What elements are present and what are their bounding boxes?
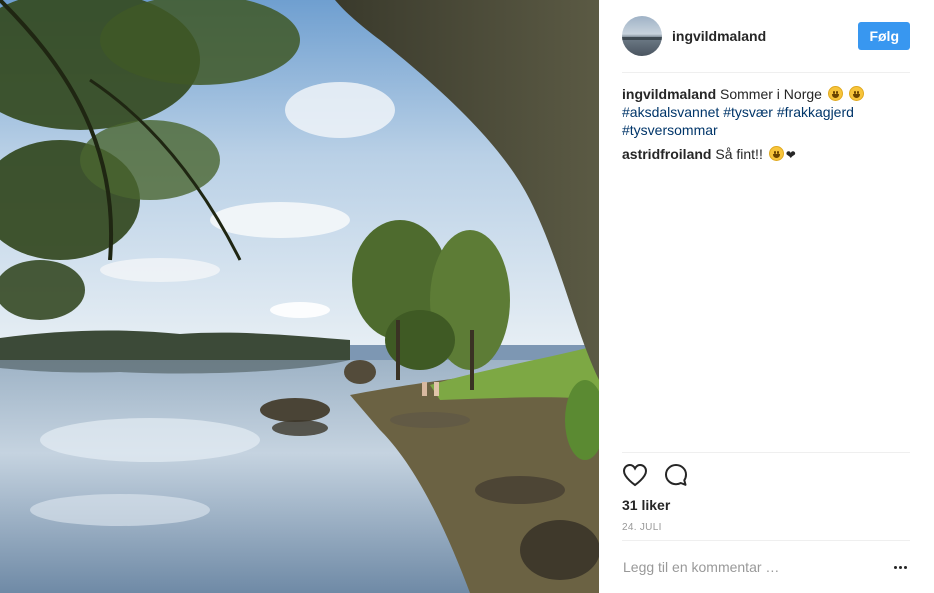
heart-icon: ❤ bbox=[785, 148, 796, 162]
caption: ingvildmaland Sommer i Norge #aksdalsvan… bbox=[622, 85, 910, 139]
add-comment-section bbox=[622, 540, 910, 593]
smiling-face-icon bbox=[848, 86, 864, 101]
post-date[interactable]: 24. JULI bbox=[622, 513, 910, 533]
ellipsis-icon[interactable] bbox=[890, 557, 910, 577]
action-icon-row bbox=[622, 453, 910, 493]
heart-outline-icon[interactable] bbox=[622, 463, 648, 487]
hashtag-link[interactable]: #tysversommar bbox=[622, 122, 718, 138]
speech-bubble-icon[interactable] bbox=[664, 463, 688, 487]
caption-text: Sommer i Norge bbox=[720, 86, 822, 102]
follow-button[interactable]: Følg bbox=[858, 22, 910, 50]
comment-input[interactable] bbox=[622, 559, 890, 575]
comment-list: ingvildmaland Sommer i Norge #aksdalsvan… bbox=[622, 73, 910, 164]
post-container: ingvildmaland Følg ingvildmaland Sommer … bbox=[0, 0, 934, 593]
comment-text: Så fint!! bbox=[715, 146, 763, 162]
ellipsis-dot bbox=[903, 565, 907, 569]
header-username[interactable]: ingvildmaland bbox=[672, 28, 858, 44]
post-header: ingvildmaland Følg bbox=[622, 0, 910, 73]
landscape-photo bbox=[0, 0, 599, 593]
post-photo[interactable] bbox=[0, 0, 599, 593]
hashtag-link[interactable]: #frakkagjerd bbox=[777, 104, 854, 120]
hashtag-link[interactable]: #tysvær bbox=[723, 104, 773, 120]
grinning-face-icon bbox=[768, 146, 784, 161]
ellipsis-dot bbox=[893, 565, 897, 569]
avatar[interactable] bbox=[622, 16, 662, 56]
avatar-horizon bbox=[622, 37, 662, 40]
comment-item: astridfroiland Så fint!! ❤ bbox=[622, 145, 910, 164]
comment-author[interactable]: astridfroiland bbox=[622, 146, 711, 162]
grinning-face-icon bbox=[827, 86, 843, 101]
caption-author[interactable]: ingvildmaland bbox=[622, 86, 716, 102]
hashtag-link[interactable]: #aksdalsvannet bbox=[622, 104, 719, 120]
post-panel: ingvildmaland Følg ingvildmaland Sommer … bbox=[599, 0, 934, 593]
post-actions: 31 liker 24. JULI bbox=[622, 452, 910, 533]
likes-count[interactable]: 31 liker bbox=[622, 493, 910, 513]
ellipsis-dot bbox=[898, 565, 902, 569]
